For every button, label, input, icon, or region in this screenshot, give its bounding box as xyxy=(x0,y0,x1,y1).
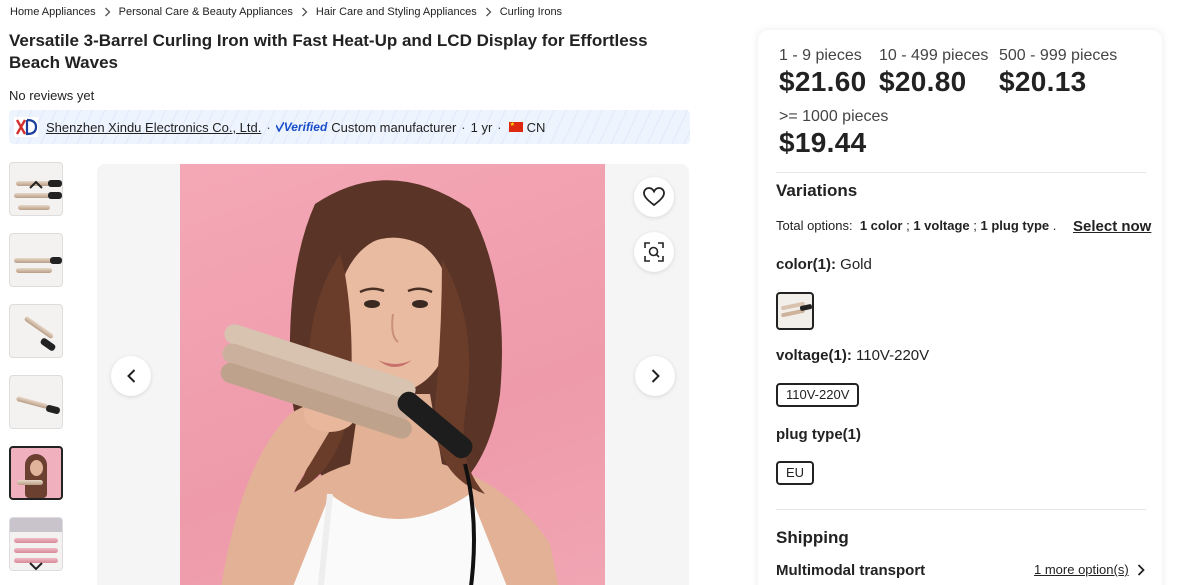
voltage-option-110v-220v[interactable]: 110V-220V xyxy=(776,383,860,407)
image-search-button[interactable] xyxy=(634,232,674,272)
thumbnail-5-selected[interactable] xyxy=(9,446,63,500)
heart-icon xyxy=(643,187,665,207)
plug-type-attribute: plug type(1) xyxy=(776,426,861,443)
thumbnail-scroll-down-button[interactable] xyxy=(26,556,46,576)
model-with-curling-iron-image xyxy=(220,180,559,585)
supplier-name-link[interactable]: Shenzhen Xindu Electronics Co., Ltd. xyxy=(46,120,261,135)
price-tier-price: $19.44 xyxy=(779,127,867,158)
verified-badge-text: Verified xyxy=(283,120,328,134)
total-color-count: 1 color xyxy=(859,218,903,233)
separator-dot: · xyxy=(461,119,466,135)
scan-search-icon xyxy=(644,242,664,262)
shipping-title: Shipping xyxy=(776,528,849,547)
supplier-bar: Shenzhen Xindu Electronics Co., Ltd. · V… xyxy=(9,110,690,144)
supplier-years: 1 yr xyxy=(470,119,493,135)
favorite-button[interactable] xyxy=(634,177,674,217)
voltage-value: 110V-220V xyxy=(856,347,930,364)
price-tier-range: 10 - 499 pieces xyxy=(879,47,989,64)
more-shipping-options-link[interactable]: 1 more option(s) xyxy=(1034,562,1145,577)
more-shipping-options-label: 1 more option(s) xyxy=(1034,562,1129,577)
main-product-image xyxy=(97,164,689,585)
thumbnail-3[interactable] xyxy=(9,304,63,358)
total-options-summary: Total options: 1 color ; 1 voltage ; 1 p… xyxy=(776,218,1057,233)
chevron-left-icon xyxy=(126,369,135,383)
price-tier-price: $20.13 xyxy=(999,66,1087,97)
price-tier-range: 1 - 9 pieces xyxy=(779,47,862,64)
plug-option-eu[interactable]: EU xyxy=(776,461,815,485)
breadcrumb: Home Appliances Personal Care & Beauty A… xyxy=(10,6,562,18)
shipping-method: Multimodal transport xyxy=(776,562,926,579)
divider xyxy=(776,172,1146,173)
color-attribute: color(1): Gold xyxy=(776,256,872,273)
previous-image-button[interactable] xyxy=(111,356,151,396)
total-options-label: Total options: xyxy=(776,218,853,233)
price-tier-range: 500 - 999 pieces xyxy=(999,47,1118,64)
color-swatch-gold[interactable] xyxy=(776,292,814,330)
reviews-count: No reviews yet xyxy=(9,88,95,103)
verified-check-icon xyxy=(275,122,284,132)
select-now-link[interactable]: Select now xyxy=(1073,218,1151,235)
purchase-panel: 1 - 9 pieces $21.60 10 - 499 pieces $20.… xyxy=(758,30,1162,585)
breadcrumb-curling-irons[interactable]: Curling Irons xyxy=(500,6,562,18)
chevron-right-icon xyxy=(104,7,111,17)
chevron-up-icon xyxy=(29,180,43,189)
separator-dot: · xyxy=(266,119,271,135)
voltage-label: voltage(1): xyxy=(776,347,852,364)
separator-dot: · xyxy=(497,119,502,135)
thumbnail-4[interactable] xyxy=(9,375,63,429)
product-photo xyxy=(180,164,605,585)
total-voltage-count: 1 voltage xyxy=(913,218,970,233)
thumbnail-2[interactable] xyxy=(9,233,63,287)
breadcrumb-hair-care[interactable]: Hair Care and Styling Appliances xyxy=(316,6,477,18)
verified-badge[interactable]: Verified xyxy=(275,120,328,134)
thumbnail-list xyxy=(9,162,64,585)
price-tier-price: $21.60 xyxy=(779,66,867,97)
supplier-logo xyxy=(14,117,38,137)
color-label: color(1): xyxy=(776,256,836,273)
price-tier-4: >= 1000 pieces $19.44 xyxy=(779,108,888,159)
color-value: Gold xyxy=(840,256,872,273)
price-tier-1: 1 - 9 pieces $21.60 xyxy=(779,47,866,98)
supplier-country: CN xyxy=(526,119,546,135)
divider xyxy=(776,509,1146,510)
next-image-button[interactable] xyxy=(635,356,675,396)
price-tier-3: 500 - 999 pieces $20.13 xyxy=(999,47,1117,98)
price-tier-price: $20.80 xyxy=(879,66,967,97)
price-tier-range: >= 1000 pieces xyxy=(779,108,889,125)
chevron-right-icon xyxy=(651,369,660,383)
thumbnail-scroll-up-button[interactable] xyxy=(26,174,46,194)
breadcrumb-home-appliances[interactable]: Home Appliances xyxy=(10,6,96,18)
chevron-right-icon xyxy=(1137,563,1145,576)
chevron-right-icon xyxy=(301,7,308,17)
supplier-type: Custom manufacturer xyxy=(331,119,457,135)
chevron-right-icon xyxy=(485,7,492,17)
product-title: Versatile 3-Barrel Curling Iron with Fas… xyxy=(9,31,648,72)
variations-title: Variations xyxy=(776,181,858,200)
total-plug-count: 1 plug type xyxy=(980,218,1050,233)
chevron-down-icon xyxy=(29,561,43,570)
plug-type-label: plug type(1) xyxy=(776,426,861,443)
voltage-attribute: voltage(1): 110V-220V xyxy=(776,347,929,364)
china-flag-icon xyxy=(508,121,523,132)
breadcrumb-personal-care[interactable]: Personal Care & Beauty Appliances xyxy=(119,6,293,18)
price-tier-2: 10 - 499 pieces $20.80 xyxy=(879,47,988,98)
